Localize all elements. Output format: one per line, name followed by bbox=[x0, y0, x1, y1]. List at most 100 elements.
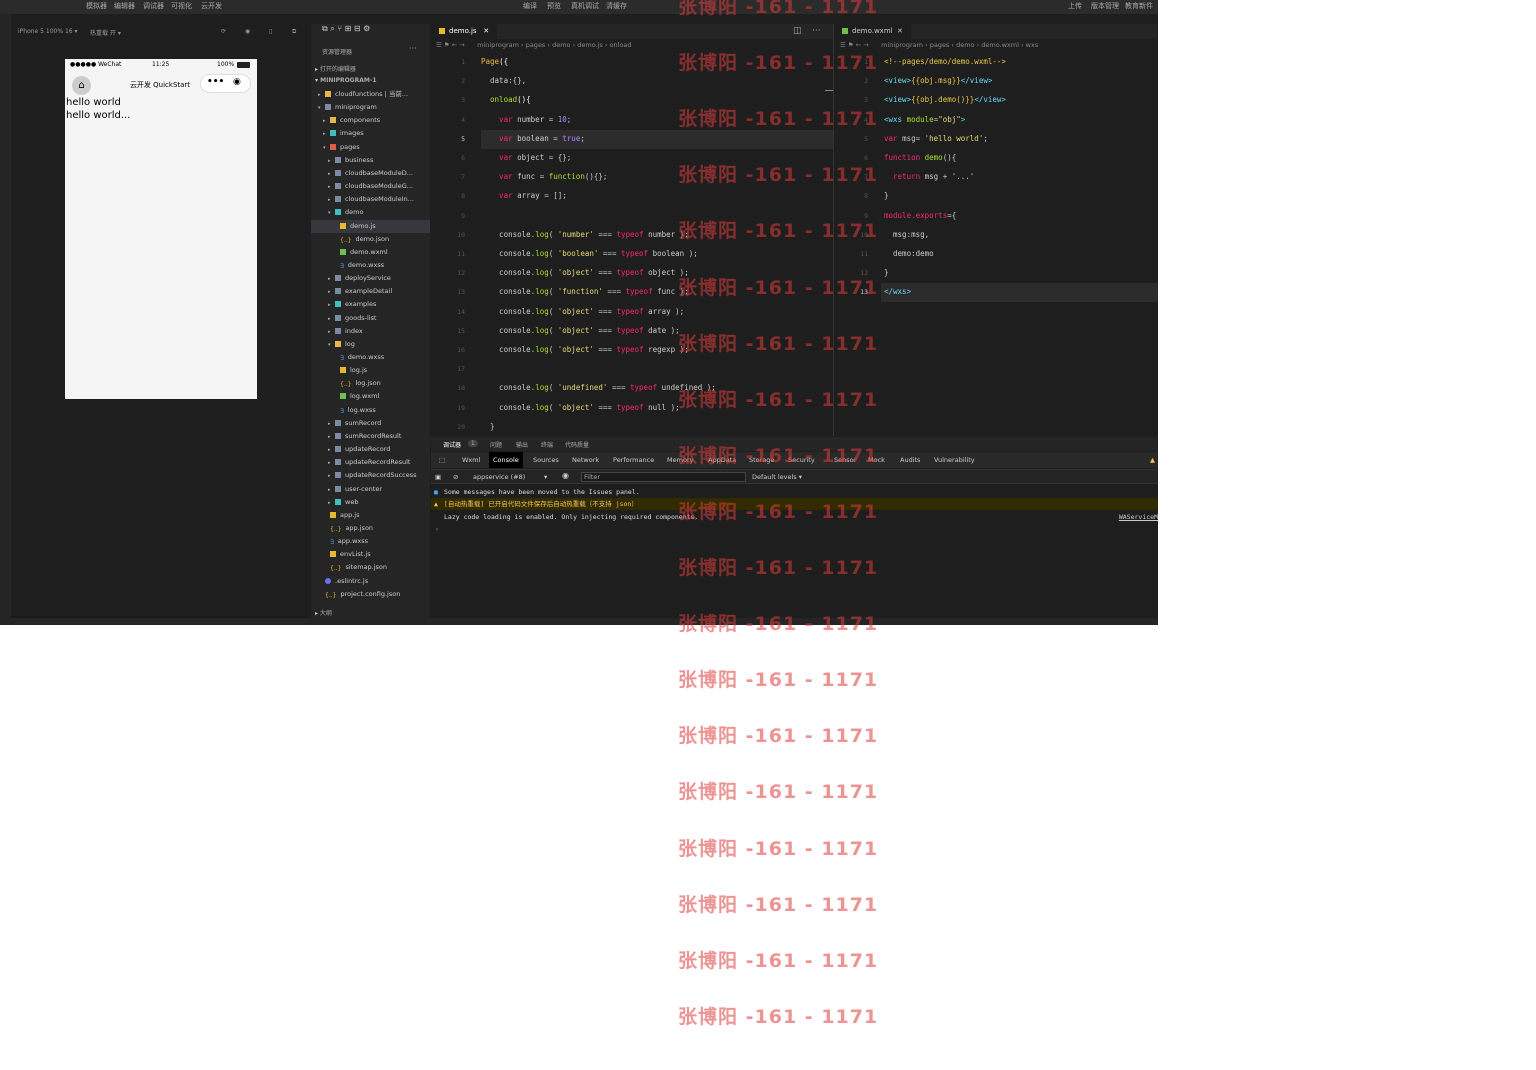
file-tree-item[interactable]: ▾ log bbox=[311, 338, 430, 351]
file-tree-item[interactable]: ▸ components bbox=[311, 114, 430, 127]
more-icon[interactable]: ••• bbox=[207, 77, 224, 87]
eye-icon[interactable]: ◉ bbox=[562, 471, 569, 480]
file-tree-item[interactable]: ▸ business bbox=[311, 154, 430, 167]
file-tree-item[interactable]: ▸ updateRecord bbox=[311, 443, 430, 456]
breadcrumb-item[interactable]: pages bbox=[526, 41, 546, 49]
file-tree-item[interactable]: {..} demo.json bbox=[311, 233, 430, 246]
menu-item[interactable]: 上传 bbox=[1068, 0, 1082, 12]
file-tree-item[interactable]: ∃ demo.wxss bbox=[311, 351, 430, 364]
hotreload-toggle[interactable]: 热重载 开 ▾ bbox=[90, 28, 121, 37]
breadcrumb-item[interactable]: miniprogram bbox=[881, 41, 923, 49]
tab-demo-js[interactable]: demo.js ✕ bbox=[431, 24, 498, 39]
file-tree-item[interactable]: {..} sitemap.json bbox=[311, 561, 430, 574]
file-tree-item[interactable]: ▸ index bbox=[311, 325, 430, 338]
file-tree-item[interactable]: log.wxml bbox=[311, 390, 430, 403]
outline-section[interactable]: ▸ 大纲 bbox=[315, 608, 332, 617]
menu-item[interactable]: 云开发 bbox=[201, 0, 222, 12]
file-tree-item[interactable]: ▸ sumRecord bbox=[311, 417, 430, 430]
project-section[interactable]: ▾ MINIPROGRAM-1 bbox=[315, 77, 377, 84]
sidebar-toggle-icon[interactable]: ▣ bbox=[435, 473, 441, 481]
menu-item[interactable]: 教育新件 bbox=[1125, 0, 1153, 12]
breadcrumb-item[interactable]: demo bbox=[552, 41, 570, 49]
panel-tab[interactable]: 输出 bbox=[516, 440, 528, 449]
file-tree-item[interactable]: ▸ images bbox=[311, 127, 430, 140]
tab-demo-wxml[interactable]: demo.wxml ✕ bbox=[834, 24, 911, 39]
warning-icon[interactable]: ▲ bbox=[1146, 452, 1158, 468]
breadcrumb-item[interactable]: wxs bbox=[1026, 41, 1039, 49]
home-icon[interactable]: ⌂ bbox=[72, 76, 91, 95]
file-tree-item[interactable]: ▸ deployService bbox=[311, 272, 430, 285]
file-tree-item[interactable]: demo.wxml bbox=[311, 246, 430, 259]
close-icon[interactable]: ✕ bbox=[897, 27, 903, 35]
devtools-tab[interactable]: Audits bbox=[896, 452, 924, 468]
breadcrumb-item[interactable]: pages bbox=[930, 41, 950, 49]
devtools-tab[interactable]: Network bbox=[568, 452, 603, 468]
devtools-tab[interactable]: Vulnerability bbox=[930, 452, 979, 468]
menu-item[interactable]: 可视化 bbox=[171, 0, 192, 12]
open-editors-section[interactable]: ▸ 打开的编辑器 bbox=[315, 64, 356, 73]
file-tree-item[interactable]: ▾ miniprogram bbox=[311, 101, 430, 114]
menu-item[interactable]: 真机调试 bbox=[571, 0, 599, 12]
file-tree-item[interactable]: ▸ cloudbaseModuleIn... bbox=[311, 193, 430, 206]
file-tree-item[interactable]: ▾ demo bbox=[311, 206, 430, 219]
file-tree-item[interactable]: ▸ updateRecordSuccess bbox=[311, 469, 430, 482]
inspect-icon[interactable]: ⬚ bbox=[435, 452, 449, 468]
log-levels-select[interactable]: Default levels ▾ bbox=[752, 473, 802, 481]
file-tree-item[interactable]: envList.js bbox=[311, 548, 430, 561]
file-tree-item[interactable]: ▸ cloudbaseModuleG... bbox=[311, 180, 430, 193]
file-tree-item[interactable]: {..} app.json bbox=[311, 522, 430, 535]
refresh-icon[interactable]: ⟳ bbox=[221, 28, 226, 35]
context-select[interactable]: appservice (#8) bbox=[473, 473, 525, 481]
capsule-menu[interactable]: ••• ◉ bbox=[200, 74, 251, 93]
file-tree-item[interactable]: ∃ log.wxss bbox=[311, 404, 430, 417]
menu-item[interactable]: 编辑器 bbox=[114, 0, 135, 12]
clear-console-icon[interactable]: ⊘ bbox=[453, 473, 458, 481]
record-icon[interactable]: ◉ bbox=[245, 28, 250, 35]
devtools-tab[interactable]: Console bbox=[489, 452, 523, 468]
devtools-tab[interactable]: Performance bbox=[609, 452, 658, 468]
file-tree-item[interactable]: {..} log.json bbox=[311, 377, 430, 390]
file-tree-item[interactable]: ▾ pages bbox=[311, 141, 430, 154]
menu-item[interactable]: 模拟器 bbox=[86, 0, 107, 12]
panel-tab[interactable]: 终端 bbox=[541, 440, 553, 449]
file-tree-item[interactable]: ▸ cloudfunctions | 当前... bbox=[311, 88, 430, 101]
breadcrumb-item[interactable]: onload bbox=[610, 41, 632, 49]
detach-icon[interactable]: ⧉ bbox=[292, 28, 296, 36]
panel-tab[interactable]: 问题 bbox=[490, 440, 502, 449]
file-tree-item[interactable]: ▸ updateRecordResult bbox=[311, 456, 430, 469]
chevron-down-icon[interactable]: ▾ bbox=[544, 473, 547, 481]
panel-tab[interactable]: 调试器 bbox=[443, 440, 461, 449]
explorer-icons[interactable]: ⧉ ⌕ ⑂ ⊞ ⊟ ⚙ bbox=[322, 24, 370, 34]
devtools-tab[interactable]: Sources bbox=[529, 452, 563, 468]
file-tree-item[interactable]: ▸ exampleDetail bbox=[311, 285, 430, 298]
breadcrumb-item[interactable]: miniprogram bbox=[477, 41, 519, 49]
file-tree-item[interactable]: log.js bbox=[311, 364, 430, 377]
console-prompt[interactable]: › bbox=[431, 523, 1158, 535]
file-tree-item[interactable]: demo.js bbox=[311, 219, 430, 233]
split-editor-icon[interactable]: ◫ bbox=[793, 26, 802, 36]
file-tree-item[interactable]: ∃ demo.wxss bbox=[311, 259, 430, 272]
devtools-tab[interactable]: Wxml bbox=[458, 452, 484, 468]
file-tree-item[interactable]: ∃ app.wxss bbox=[311, 535, 430, 548]
file-tree-item[interactable]: app.js bbox=[311, 509, 430, 522]
panel-tab[interactable]: 代码质量 bbox=[565, 440, 589, 449]
menu-item[interactable]: 预览 bbox=[547, 0, 561, 12]
close-icon[interactable]: ✕ bbox=[483, 27, 489, 35]
file-tree-item[interactable]: ▸ goods-list bbox=[311, 312, 430, 325]
file-tree-item[interactable]: ▸ sumRecordResult bbox=[311, 430, 430, 443]
breadcrumb-item[interactable]: demo.wxml bbox=[981, 41, 1019, 49]
file-tree-item[interactable]: ▸ cloudbaseModuleD... bbox=[311, 167, 430, 180]
breadcrumb-item[interactable]: demo bbox=[956, 41, 974, 49]
phone-icon[interactable]: ▯ bbox=[269, 28, 272, 35]
file-tree-item[interactable]: ▸ user-center bbox=[311, 483, 430, 496]
filter-input[interactable]: Filter bbox=[581, 472, 746, 482]
more-icon[interactable]: ··· bbox=[409, 44, 417, 53]
list-icon[interactable]: ☰ ⚑ ← → bbox=[436, 41, 477, 49]
file-tree-item[interactable]: ▸ web bbox=[311, 496, 430, 509]
menu-item[interactable]: 编译 bbox=[523, 0, 537, 12]
more-icon[interactable]: ··· bbox=[812, 26, 821, 36]
file-tree-item[interactable]: .eslintrc.js bbox=[311, 575, 430, 588]
device-select[interactable]: iPhone 5 100% 16 ▾ bbox=[18, 28, 78, 35]
breadcrumb-item[interactable]: demo.js bbox=[577, 41, 603, 49]
menu-item[interactable]: 清缓存 bbox=[606, 0, 627, 12]
